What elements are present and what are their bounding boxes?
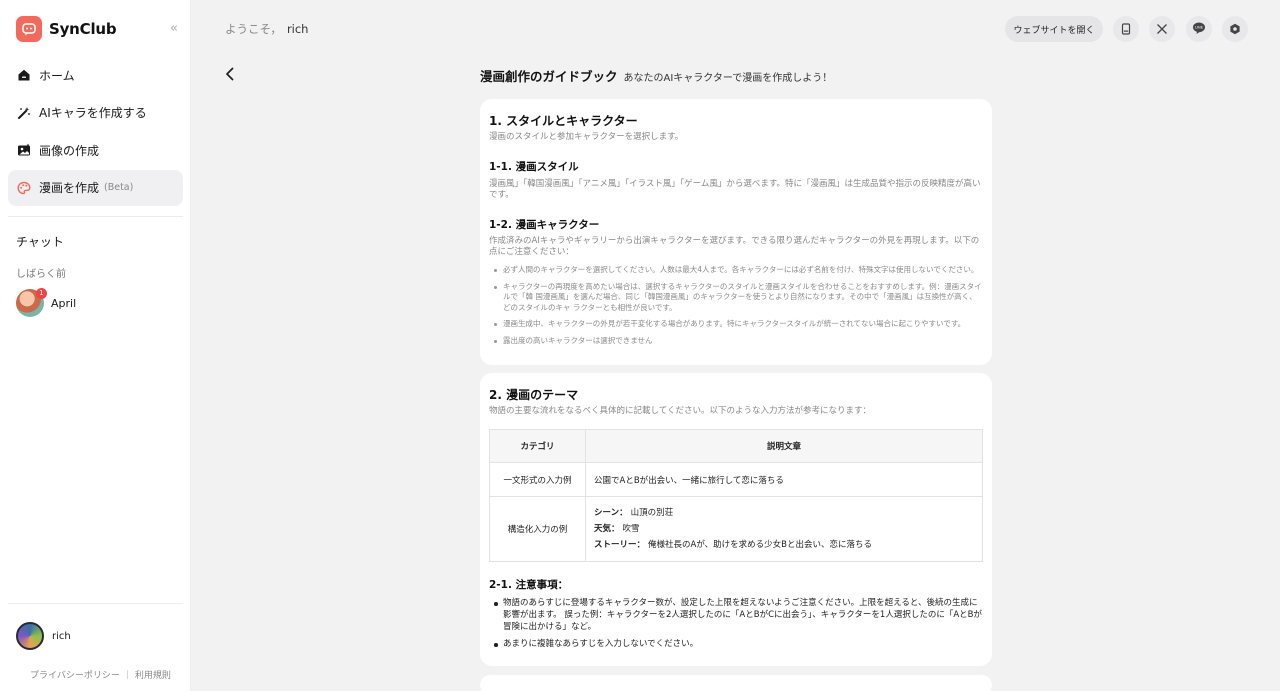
brand-name: SynClub [49, 20, 117, 38]
table-cell-text: 公園でAとBが出会い、一緒に旅行して恋に落ちる [585, 462, 983, 497]
manga-theme-card: 2. 漫画のテーマ 物語の主要な流れをなるべく具体的に記載してください。以下のよ… [480, 373, 992, 666]
table-header-category: カテゴリ [489, 429, 586, 463]
table-header-row: カテゴリ 説明文章 [489, 429, 983, 463]
list-item: キャラクターの再現度を高めたい場合は、選択するキャラクターのスタイルと漫画スタイ… [489, 282, 983, 314]
sidebar-item-label: AIキャラを作成する [39, 106, 147, 120]
character-notes-list: 必ず人間のキャラクターを選択してください。人数は最大4人まで。各キャラクターには… [489, 265, 983, 352]
image-icon [17, 143, 31, 157]
list-item: 露出度の高いキャラクターは選択できません [489, 336, 983, 347]
sidebar-item-create-character[interactable]: AIキャラを作成する [8, 95, 183, 131]
discord-link-button[interactable] [1222, 16, 1248, 42]
chat-name: April [51, 296, 77, 310]
structured-scene: シーン： 山頂の別荘 [594, 508, 674, 518]
sidebar-item-home[interactable]: ホーム [8, 57, 183, 93]
back-button[interactable] [222, 65, 238, 83]
subsection-description: 作成済みのAIキャラやギャラリーから出演キャラクターを選びます。できる限り選んだ… [489, 236, 980, 257]
chevron-left-icon [222, 67, 238, 87]
footer-links: プライバシーポリシー | 利用規則 [30, 668, 171, 682]
list-item: あまりに複雑なあらすじを入力しないでください。 [489, 638, 983, 650]
chat-item-april[interactable]: 1 April [16, 288, 77, 317]
unread-badge: 1 [36, 288, 47, 299]
mobile-icon [1120, 20, 1132, 39]
input-examples-table: カテゴリ 説明文章 一文形式の入力例 公園でAとBが出会い、一緒に旅行して恋に落… [489, 429, 983, 562]
welcome-label: ようこそ， [225, 22, 282, 36]
table-cell-category: 一文形式の入力例 [489, 462, 586, 497]
sidebar-divider [8, 603, 183, 604]
guide-subtitle: あなたのAIキャラクターで漫画を作成しよう！ [623, 73, 833, 84]
sidebar-item-create-manga[interactable]: 漫画を作成 (Beta) [8, 169, 183, 206]
discord-icon [1229, 20, 1241, 39]
svg-text:LINE: LINE [1195, 25, 1204, 29]
terms-link[interactable]: 利用規則 [135, 668, 171, 681]
collapse-sidebar-icon[interactable]: « [166, 21, 182, 37]
table-header-description: 説明文章 [585, 429, 983, 463]
section-heading: 1. スタイルとキャラクター [489, 114, 638, 128]
next-section-card [480, 675, 992, 691]
footer-separator: | [125, 669, 129, 680]
section-description: 物語の主要な流れをなるべく具体的に記載してください。以下のような入力方法が参考に… [489, 406, 871, 416]
structured-weather: 天気： 吹雪 [594, 524, 640, 534]
table-cell-category: 構造化入力の例 [489, 496, 586, 562]
guide-title: 漫画創作のガイドブック [480, 69, 618, 84]
style-character-card: 1. スタイルとキャラクター 漫画のスタイルと参加キャラクターを選択します。 1… [480, 99, 992, 365]
sidebar-item-create-image[interactable]: 画像の作成 [8, 132, 183, 168]
theme-notes-list: 物語のあらすじに登場するキャラクター数が、設定した上限を超えないようご注意くださ… [489, 597, 983, 655]
chat-section-title: チャット [16, 235, 64, 249]
user-name: rich [52, 630, 71, 642]
notes-heading: 2-1. 注意事項： [489, 579, 569, 591]
welcome-username: rich [286, 22, 309, 36]
open-website-button[interactable]: ウェブサイトを開く [1005, 16, 1103, 42]
table-cell-structured: シーン： 山頂の別荘 天気： 吹雪 ストーリー： 俺様社長のAが、助けを求める少女Bと… [585, 496, 983, 562]
table-row: 一文形式の入力例 公園でAとBが出会い、一緒に旅行して恋に落ちる [489, 462, 983, 497]
structured-story: ストーリー： 俺様社長のAが、助けを求める少女Bと出会い、恋に落ちる [594, 540, 872, 550]
x-link-button[interactable] [1149, 16, 1175, 42]
list-item: 物語のあらすじに登場するキャラクター数が、設定した上限を超えないようご注意くださ… [489, 597, 983, 633]
sidebar: SynClub « ホーム AIキャラを作成する 画像の作成 漫画を作成 (Be… [0, 0, 191, 691]
avatar: 1 [16, 288, 47, 317]
sidebar-item-label: 画像の作成 [39, 143, 100, 158]
section-heading: 2. 漫画のテーマ [489, 388, 579, 402]
magic-wand-icon [17, 106, 31, 120]
user-profile[interactable]: rich [16, 622, 71, 650]
chat-time-group: しばらく前 [16, 269, 66, 280]
subsection-heading: 1-2. 漫画キャラクター [489, 219, 600, 231]
x-logo-icon [1156, 20, 1168, 39]
home-icon [17, 68, 31, 82]
page-title: 漫画創作のガイドブック あなたのAIキャラクターで漫画を作成しよう！ [480, 66, 832, 85]
list-item: 必ず人間のキャラクターを選択してください。人数は最大4人まで。各キャラクターには… [489, 265, 983, 276]
mobile-app-button[interactable] [1113, 16, 1139, 42]
line-link-button[interactable]: LINE [1186, 16, 1212, 42]
brand[interactable]: SynClub [16, 16, 117, 42]
subsection-heading: 1-1. 漫画スタイル [489, 161, 579, 173]
avatar [16, 622, 44, 650]
sidebar-item-label: 漫画を作成 [39, 181, 100, 195]
sidebar-nav: ホーム AIキャラを作成する 画像の作成 漫画を作成 (Beta) [8, 57, 183, 207]
sidebar-divider [8, 216, 183, 217]
welcome-text: ようこそ， rich [225, 21, 308, 37]
privacy-policy-link[interactable]: プライバシーポリシー [30, 668, 120, 681]
subsection-description: 漫画風」「韓国漫画風」「アニメ風」「イラスト風」「ゲーム風」から選べます。特に「… [489, 179, 981, 200]
section-description: 漫画のスタイルと参加キャラクターを選択します。 [489, 132, 684, 142]
line-icon: LINE [1192, 20, 1206, 39]
palette-icon [17, 181, 31, 195]
sidebar-item-label: ホーム [39, 68, 75, 83]
beta-badge: (Beta) [104, 182, 134, 193]
list-item: 漫画生成中、キャラクターの外見が若干変化する場合があります。特にキャラクタースタ… [489, 319, 983, 330]
table-row: 構造化入力の例 シーン： 山頂の別荘 天気： 吹雪 ストーリー： 俺様社長のAが、助け… [489, 496, 983, 562]
synclub-logo-icon [16, 16, 42, 42]
